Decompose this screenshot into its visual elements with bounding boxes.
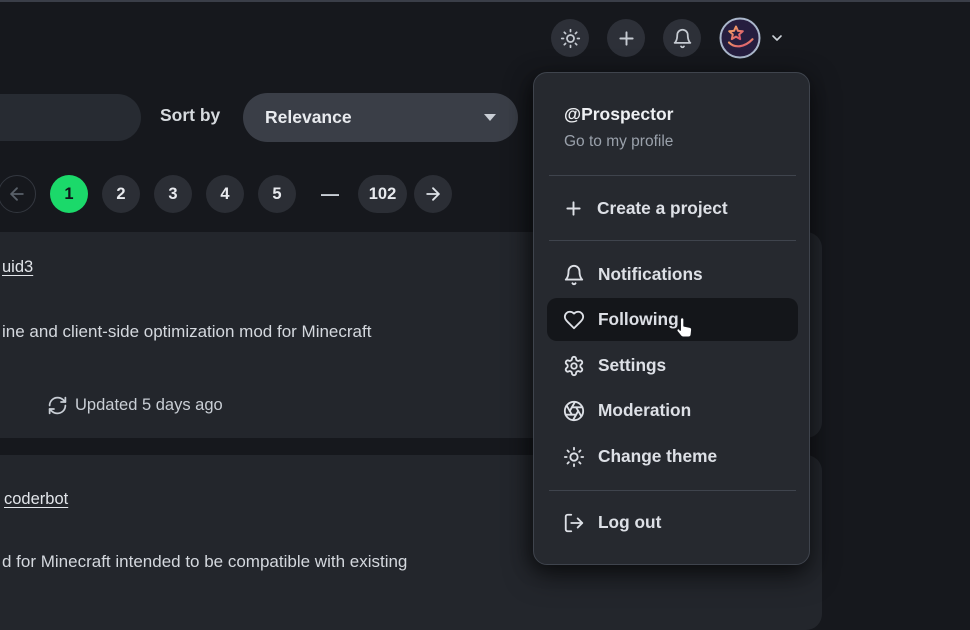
menu-item-label: Log out — [598, 512, 661, 533]
chevron-down-icon — [769, 30, 785, 46]
search-input[interactable] — [0, 94, 141, 141]
create-project-item[interactable]: Create a project — [547, 187, 798, 230]
menu-item-label: Settings — [598, 355, 666, 376]
create-project-label: Create a project — [597, 198, 728, 219]
result-description: ine and client-side optimization mod for… — [2, 322, 371, 342]
heart-icon — [563, 309, 585, 331]
caret-down-icon — [484, 114, 496, 122]
theme-toggle-button[interactable] — [551, 19, 589, 57]
plus-icon — [563, 198, 584, 219]
sort-by-label: Sort by — [160, 105, 220, 126]
menu-item-label: Moderation — [598, 400, 691, 421]
menu-item-label: Notifications — [598, 264, 703, 285]
pagination-page-5[interactable]: 5 — [258, 175, 296, 213]
menu-item-change-theme[interactable]: Change theme — [547, 435, 798, 478]
aperture-icon — [563, 400, 585, 422]
user-menu-trigger[interactable] — [719, 17, 785, 59]
result-author-link[interactable]: coderbot — [4, 490, 68, 509]
result-updated: Updated 5 days ago — [47, 395, 223, 416]
pagination-page-last[interactable]: 102 — [358, 175, 407, 213]
arrow-left-icon — [7, 184, 27, 204]
sort-select-value: Relevance — [265, 107, 484, 128]
arrow-right-icon — [423, 184, 443, 204]
plus-icon — [616, 28, 637, 49]
top-border — [0, 0, 970, 2]
notifications-button[interactable] — [663, 19, 701, 57]
menu-divider — [549, 240, 796, 241]
user-dropdown-menu: @Prospector Go to my profile Create a pr… — [533, 72, 810, 565]
sun-icon — [563, 446, 585, 468]
username: @Prospector — [564, 104, 673, 125]
avatar[interactable] — [719, 17, 761, 59]
pagination-next-button[interactable] — [414, 175, 452, 213]
bell-icon — [563, 264, 585, 286]
menu-divider — [549, 175, 796, 176]
pagination-page-3[interactable]: 3 — [154, 175, 192, 213]
result-updated-text: Updated 5 days ago — [75, 396, 223, 415]
menu-item-logout[interactable]: Log out — [547, 501, 798, 544]
menu-divider — [549, 490, 796, 491]
menu-item-notifications[interactable]: Notifications — [547, 253, 798, 296]
pagination-prev-button[interactable] — [0, 175, 36, 213]
go-to-profile-link[interactable]: Go to my profile — [564, 133, 673, 151]
menu-item-moderation[interactable]: Moderation — [547, 389, 798, 432]
refresh-icon — [47, 395, 68, 416]
pagination-page-1[interactable]: 1 — [50, 175, 88, 213]
pagination-page-2[interactable]: 2 — [102, 175, 140, 213]
result-description: d for Minecraft intended to be compatibl… — [2, 552, 407, 572]
bell-icon — [672, 28, 693, 49]
menu-item-label: Change theme — [598, 446, 717, 467]
pagination-gap: — — [316, 175, 344, 213]
sun-icon — [560, 28, 581, 49]
sort-select[interactable]: Relevance — [243, 93, 518, 142]
create-button[interactable] — [607, 19, 645, 57]
menu-item-settings[interactable]: Settings — [547, 344, 798, 387]
gear-icon — [563, 355, 585, 377]
menu-item-label: Following — [598, 309, 679, 330]
logout-icon — [563, 512, 585, 534]
menu-item-following[interactable]: Following — [547, 298, 798, 341]
result-author-link[interactable]: uid3 — [2, 258, 33, 277]
pagination-page-4[interactable]: 4 — [206, 175, 244, 213]
